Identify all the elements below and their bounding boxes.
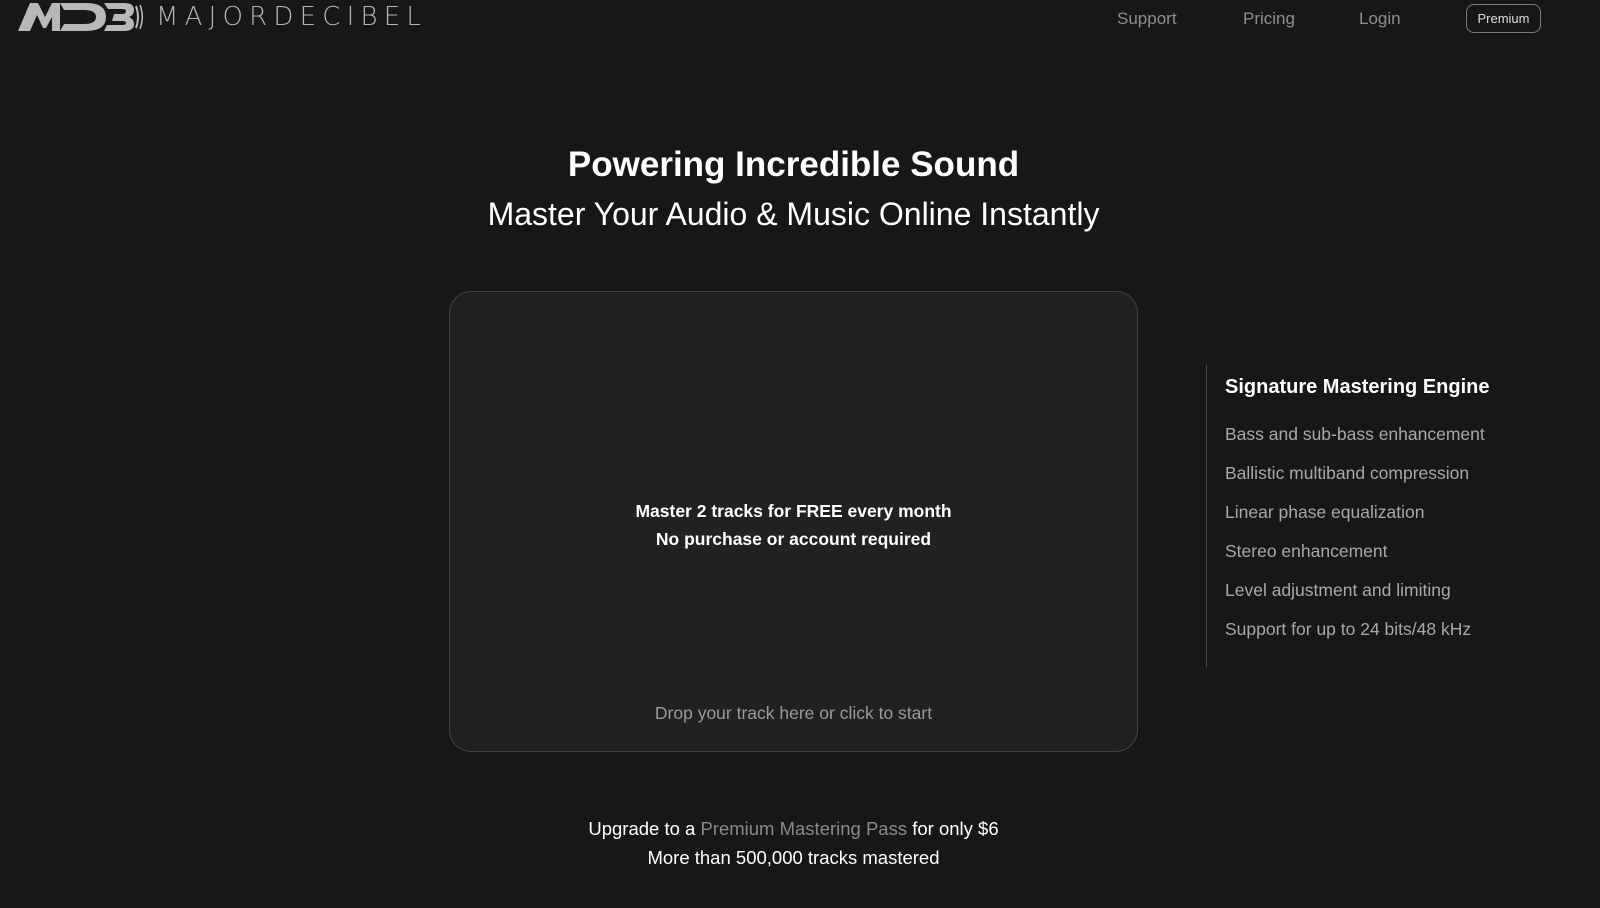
free-tracks-text: Master 2 tracks for FREE every month [635,501,952,521]
feature-item: Linear phase equalization [1225,502,1425,522]
upgrade-text: Upgrade to a Premium Mastering Pass for … [0,818,1587,840]
upgrade-prefix: Upgrade to a [588,818,701,839]
hero-title: Powering Incredible Sound [567,145,1020,184]
upgrade-suffix: for only $6 [907,818,999,839]
no-account-text: No purchase or account required [655,529,932,549]
feature-item: Support for up to 24 bits/48 kHz [1225,619,1472,639]
track-dropzone[interactable]: Master 2 tracks for FREE every month No … [449,291,1138,752]
nav-support-link[interactable]: Support [1117,9,1177,29]
drop-hint-text: Drop your track here or click to start [654,703,933,723]
premium-button[interactable]: Premium [1466,4,1541,33]
feature-item: Stereo enhancement [1225,541,1388,561]
tracks-mastered-text: More than 500,000 tracks mastered [647,847,940,868]
features-panel: Signature Mastering Engine Bass and sub-… [1206,365,1489,667]
nav-pricing-link[interactable]: Pricing [1243,9,1295,29]
hero-subtitle: Master Your Audio & Music Online Instant… [487,196,1100,232]
feature-item: Bass and sub-bass enhancement [1225,424,1485,444]
feature-item: Ballistic multiband compression [1225,463,1470,483]
brand-wordmark: MAJORDECIBEL [156,2,428,32]
feature-item: Level adjustment and limiting [1225,580,1451,600]
premium-pass-link[interactable]: Premium Mastering Pass [700,818,907,839]
header: MAJORDECIBEL Support Pricing Login Premi… [0,0,1600,40]
nav-login-link[interactable]: Login [1359,9,1401,29]
logo-link[interactable]: MAJORDECIBEL [16,0,427,34]
features-title: Signature Mastering Engine [1225,376,1490,398]
mdb-logo-icon [18,3,144,31]
